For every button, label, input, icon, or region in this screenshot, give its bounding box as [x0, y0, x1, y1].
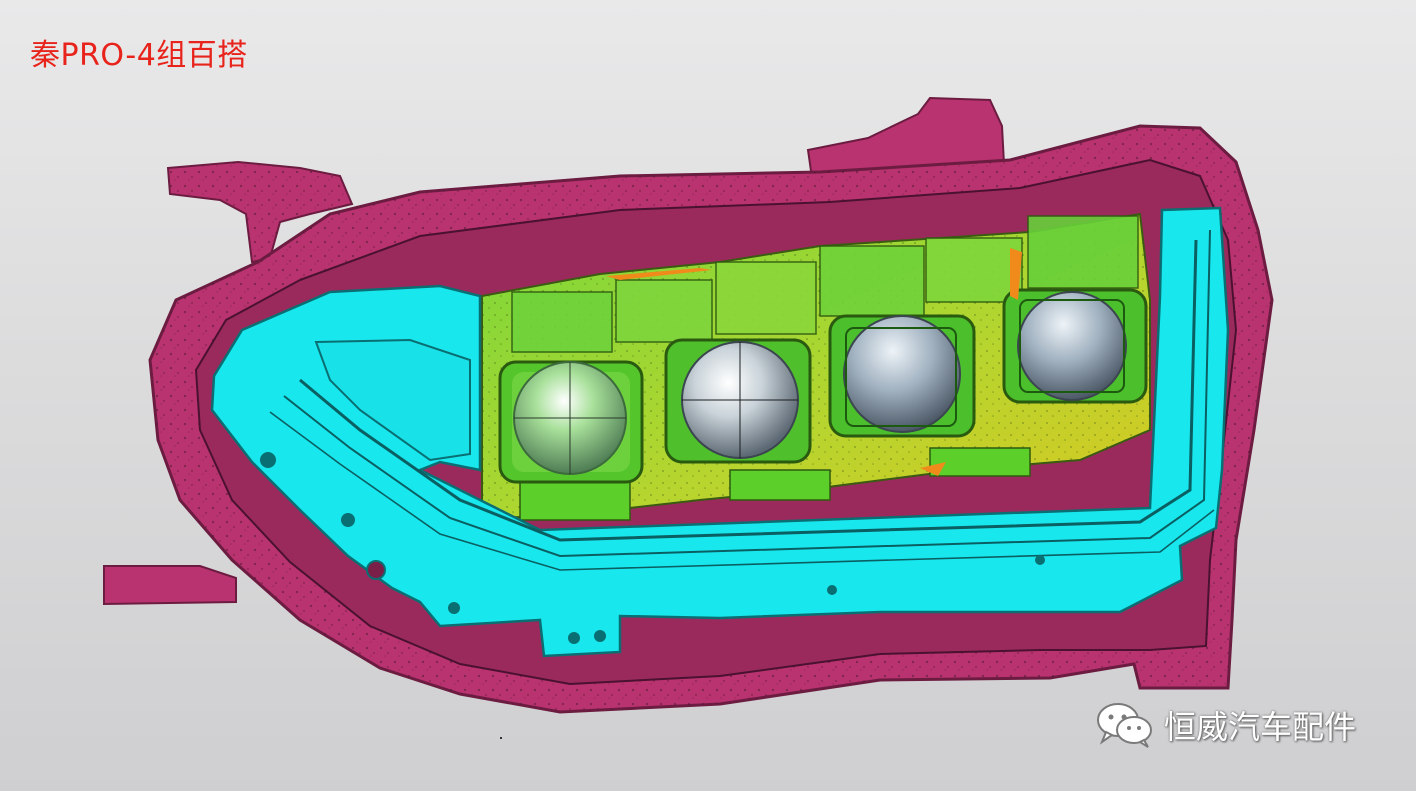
cad-viewport[interactable]: [0, 0, 1416, 791]
module-2[interactable]: [664, 338, 812, 464]
watermark-text: 恒威汽车配件: [1164, 708, 1357, 746]
wechat-icon: [1097, 703, 1152, 748]
module-1[interactable]: [498, 360, 644, 484]
module-4[interactable]: [1002, 288, 1148, 404]
watermark: 恒威汽车配件: [1096, 702, 1356, 748]
module-3[interactable]: [828, 314, 976, 438]
stray-pixel: [500, 737, 502, 739]
